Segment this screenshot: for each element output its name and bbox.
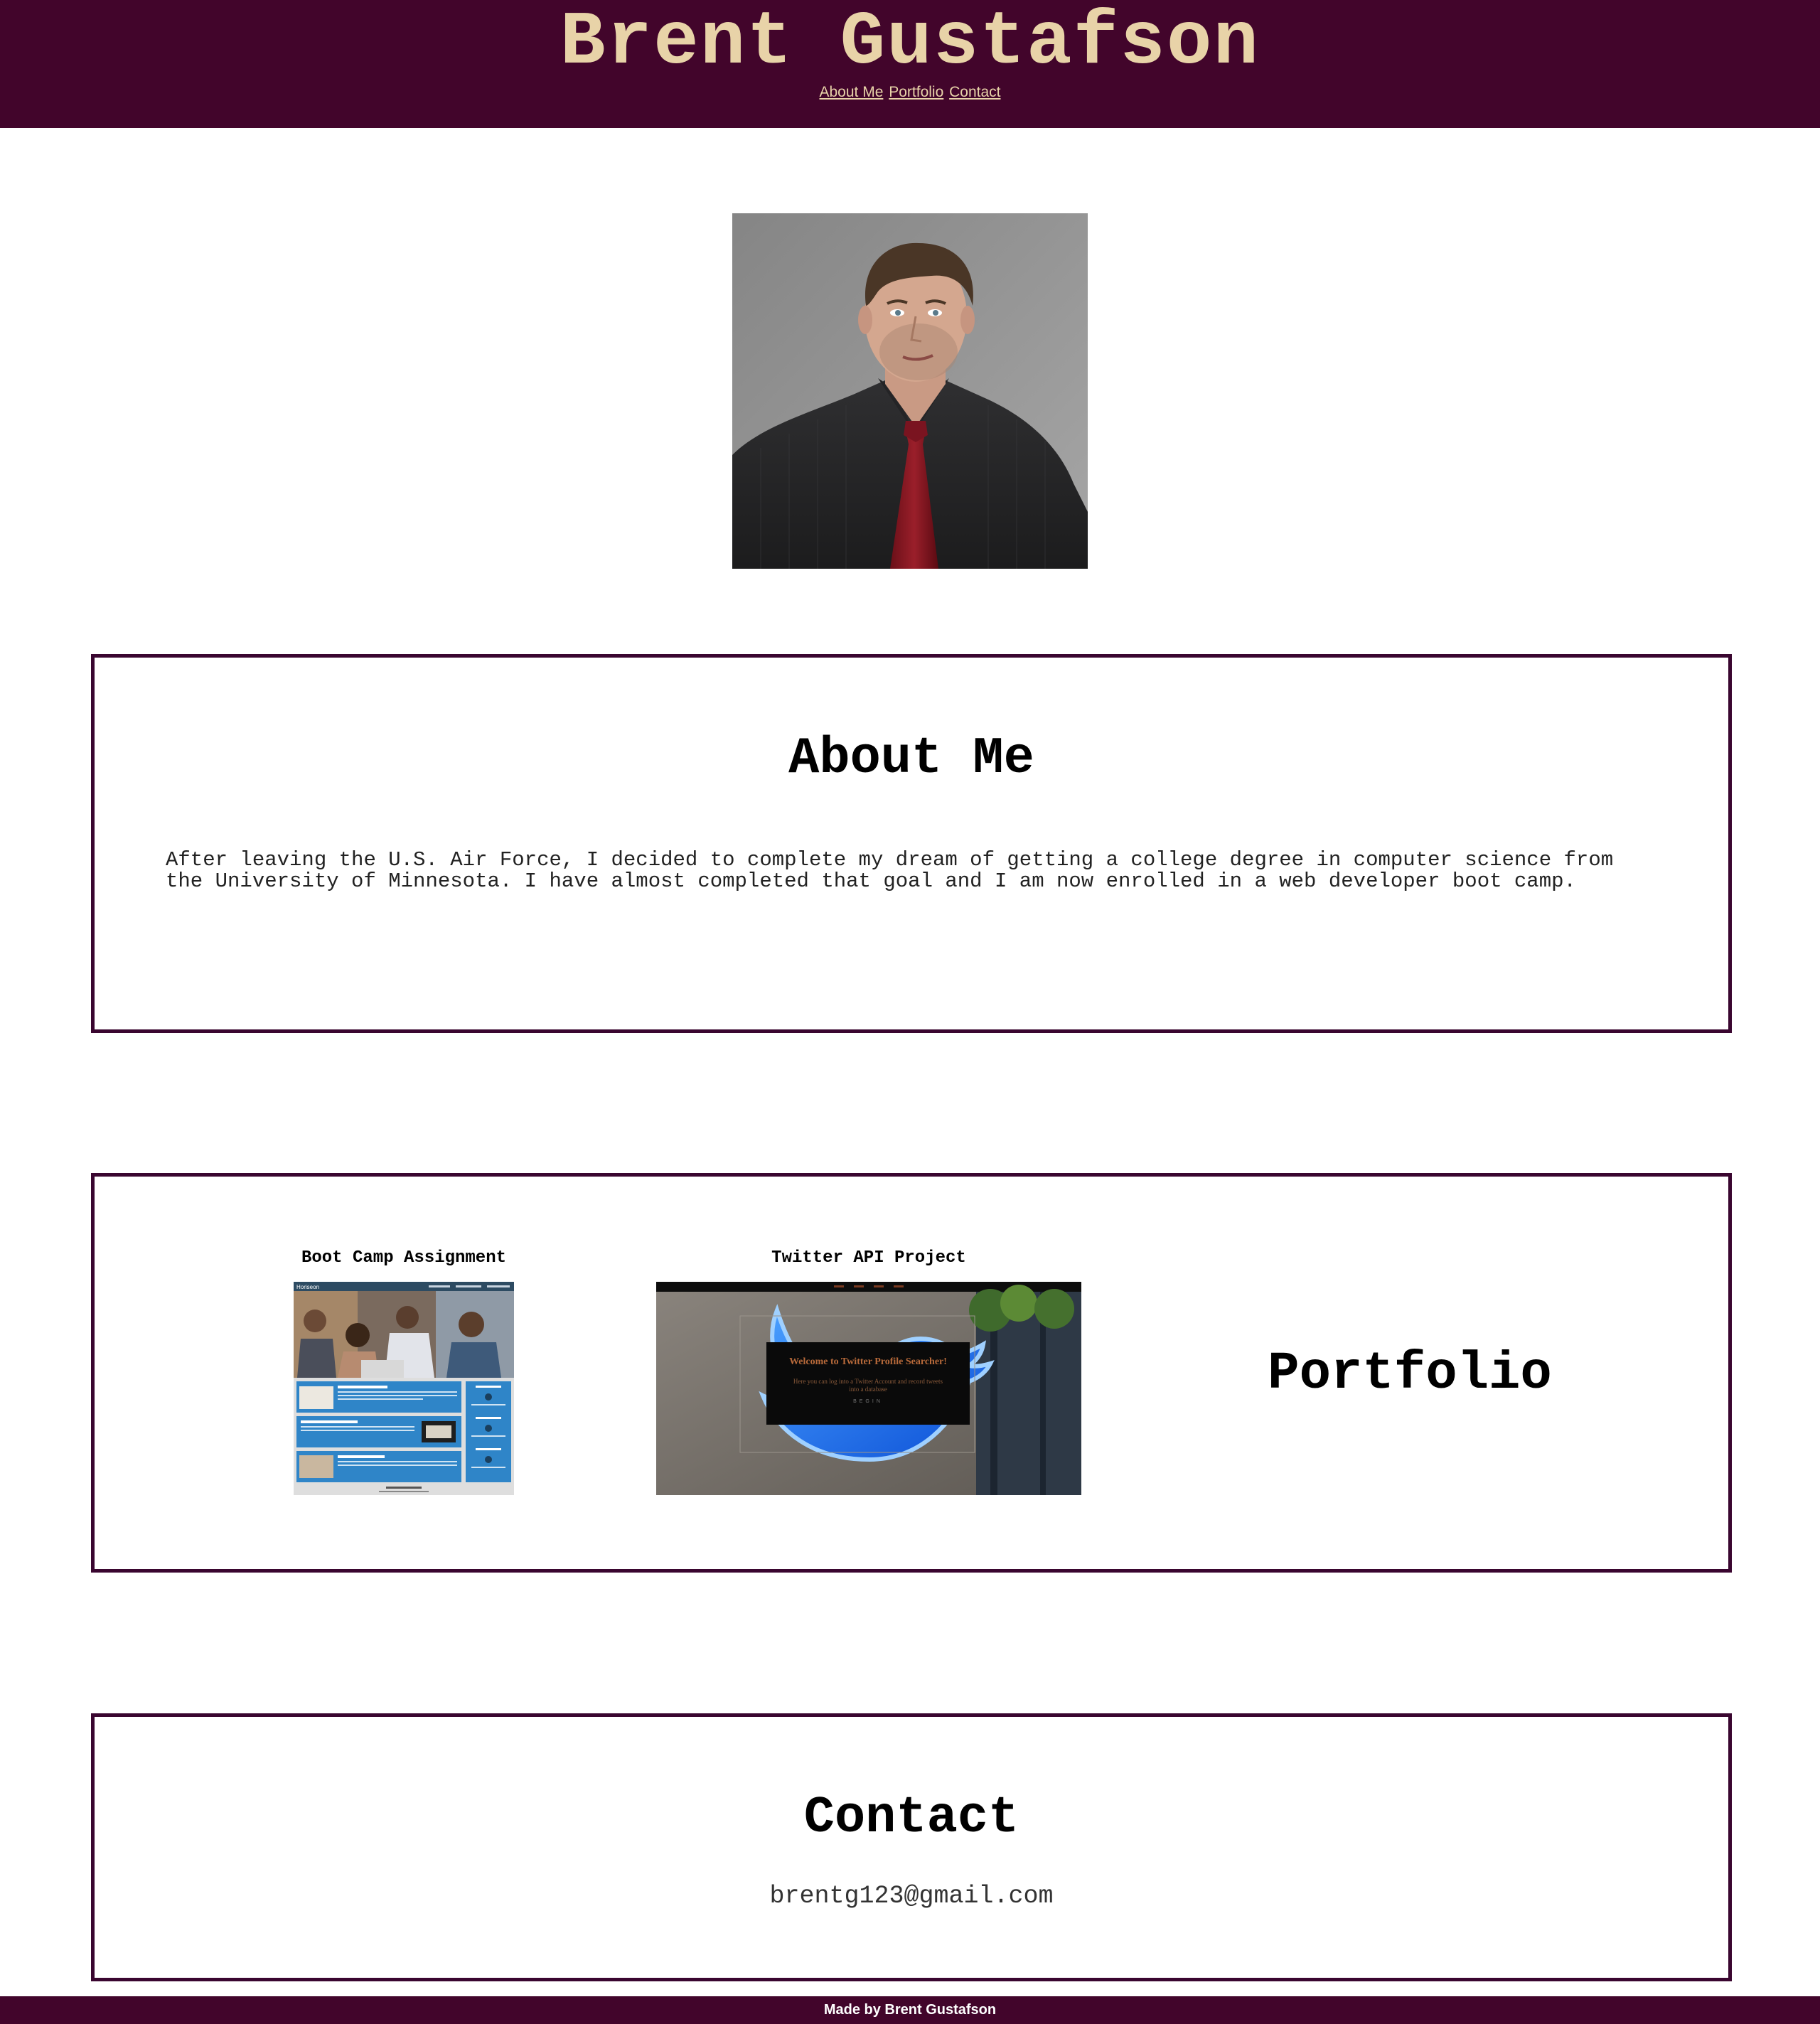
project-title[interactable]: Twitter API Project: [656, 1248, 1081, 1269]
site-header: Brent Gustafson About Me Portfolio Conta…: [0, 0, 1820, 128]
portfolio-heading: Portfolio: [1268, 1344, 1552, 1404]
contact-heading: Contact: [803, 1789, 1019, 1847]
contact-section: Contact brentg123@gmail.com: [91, 1713, 1732, 1981]
nav-link-portfolio[interactable]: Portfolio: [889, 84, 943, 100]
about-paragraph: After leaving the U.S. Air Force, I deci…: [166, 848, 1614, 893]
project-thumbnail-bootcamp[interactable]: Horiseon: [294, 1282, 514, 1495]
profile-photo: [732, 213, 1088, 569]
twitter-thumb-title: Welcome to Twitter Profile Searcher!: [789, 1356, 947, 1367]
about-section: About Me After leaving the U.S. Air Forc…: [91, 654, 1732, 1033]
twitter-thumb-button: BEGIN: [853, 1399, 883, 1404]
project-title[interactable]: Boot Camp Assignment: [294, 1248, 514, 1269]
site-title: Brent Gustafson: [560, 0, 1260, 85]
bootcamp-screenshot-illustration: Horiseon: [294, 1282, 514, 1495]
project-card[interactable]: Twitter API Project Welcome to Twitter P…: [656, 1248, 1081, 1495]
twitter-thumb-caption: Welcome to Twitter Profile Searcher! Her…: [766, 1342, 970, 1425]
project-card[interactable]: Boot Camp Assignment Horiseon: [294, 1248, 514, 1495]
nav-link-contact[interactable]: Contact: [949, 84, 1000, 100]
about-heading: About Me: [788, 729, 1034, 788]
main-nav: About Me Portfolio Contact: [0, 83, 1820, 102]
thumb-brand: Horiseon: [296, 1284, 319, 1290]
site-footer: Made by Brent Gustafson: [0, 1996, 1820, 2024]
contact-email[interactable]: brentg123@gmail.com: [95, 1882, 1728, 1910]
portfolio-section: Boot Camp Assignment Horiseon Twitter AP…: [91, 1173, 1732, 1573]
project-thumbnail-twitter[interactable]: Welcome to Twitter Profile Searcher! Her…: [656, 1282, 1081, 1495]
nav-link-about[interactable]: About Me: [820, 84, 884, 100]
twitter-thumb-subtitle: Here you can log into a Twitter Account …: [793, 1378, 943, 1393]
portrait-illustration: [732, 213, 1088, 569]
